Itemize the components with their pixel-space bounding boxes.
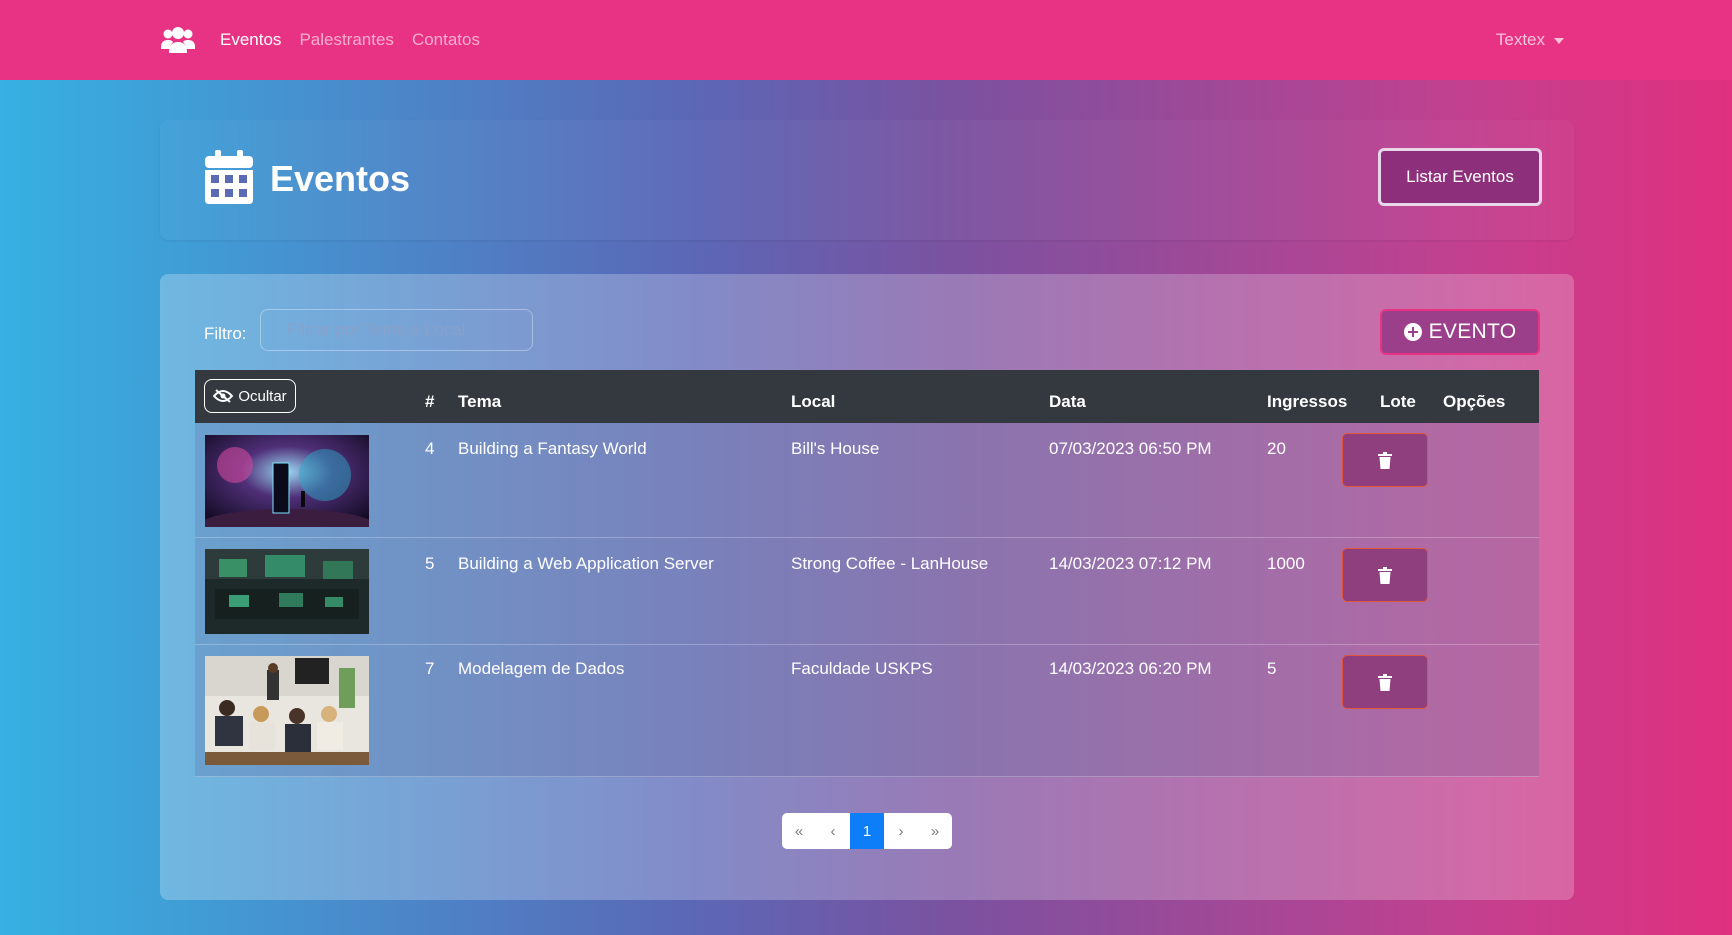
events-card: Filtro: EVENTO Ocultar # Tema Local Data… bbox=[160, 274, 1574, 900]
trash-icon bbox=[1378, 451, 1392, 469]
row-ingressos: 5 bbox=[1267, 659, 1277, 678]
row-id: 7 bbox=[425, 659, 435, 678]
users-icon[interactable] bbox=[160, 25, 196, 55]
row-local: Faculdade USKPS bbox=[791, 659, 933, 678]
row-tema: Modelagem de Dados bbox=[458, 659, 625, 678]
trash-icon bbox=[1378, 566, 1392, 584]
row-ingressos: 20 bbox=[1267, 439, 1286, 458]
pagination-next[interactable]: › bbox=[884, 813, 918, 849]
page-header: Eventos Listar Eventos bbox=[160, 120, 1574, 240]
event-thumbnail bbox=[205, 656, 369, 765]
calendar-icon bbox=[205, 150, 253, 204]
row-local: Bill's House bbox=[791, 439, 880, 458]
row-data: 14/03/2023 07:12 PM bbox=[1049, 554, 1212, 573]
nav-link-eventos[interactable]: Eventos bbox=[220, 30, 281, 50]
pagination-current-page[interactable]: 1 bbox=[850, 813, 884, 849]
row-data: 14/03/2023 06:20 PM bbox=[1049, 659, 1212, 678]
row-tema: Building a Fantasy World bbox=[458, 439, 647, 458]
page-title: Eventos bbox=[270, 158, 411, 199]
table-row[interactable]: 5 Building a Web Application Server Stro… bbox=[195, 538, 1539, 645]
hide-images-button[interactable]: Ocultar bbox=[204, 379, 296, 413]
table-row[interactable]: 4 Building a Fantasy World Bill's House … bbox=[195, 423, 1539, 538]
hide-button-label: Ocultar bbox=[238, 387, 287, 405]
row-data: 07/03/2023 06:50 PM bbox=[1049, 439, 1212, 458]
nav-link-palestrantes[interactable]: Palestrantes bbox=[299, 30, 394, 50]
row-tema: Building a Web Application Server bbox=[458, 554, 714, 573]
delete-event-button[interactable] bbox=[1342, 655, 1428, 709]
add-event-label: EVENTO bbox=[1428, 320, 1517, 343]
nav-link-contatos[interactable]: Contatos bbox=[412, 30, 480, 50]
column-header-lote: Lote bbox=[1380, 392, 1416, 411]
row-local: Strong Coffee - LanHouse bbox=[791, 554, 989, 573]
column-header-ingressos: Ingressos bbox=[1267, 392, 1348, 411]
table-row[interactable]: 7 Modelagem de Dados Faculdade USKPS 14/… bbox=[195, 645, 1539, 777]
event-thumbnail bbox=[205, 549, 369, 634]
events-table: Ocultar # Tema Local Data Ingressos Lote… bbox=[195, 370, 1539, 777]
user-dropdown[interactable]: Textex bbox=[1496, 0, 1564, 80]
column-header-tema: Tema bbox=[458, 392, 502, 411]
row-id: 5 bbox=[425, 554, 435, 573]
caret-down-icon bbox=[1554, 38, 1564, 44]
plus-circle-icon bbox=[1403, 323, 1422, 341]
add-event-button[interactable]: EVENTO bbox=[1380, 309, 1540, 355]
list-events-button[interactable]: Listar Eventos bbox=[1378, 148, 1542, 206]
trash-icon bbox=[1378, 673, 1392, 691]
filter-input[interactable] bbox=[260, 309, 533, 351]
top-navbar: Eventos Palestrantes Contatos Textex bbox=[0, 0, 1732, 80]
row-id: 4 bbox=[425, 439, 435, 458]
column-header-id: # bbox=[425, 392, 435, 411]
column-header-local: Local bbox=[791, 392, 836, 411]
pagination-first[interactable]: « bbox=[782, 813, 816, 849]
event-thumbnail bbox=[205, 435, 369, 527]
delete-event-button[interactable] bbox=[1342, 548, 1428, 602]
filter-label: Filtro: bbox=[204, 324, 247, 343]
pagination-last[interactable]: » bbox=[918, 813, 952, 849]
pagination-prev[interactable]: ‹ bbox=[816, 813, 850, 849]
column-header-data: Data bbox=[1049, 392, 1086, 411]
eye-slash-icon bbox=[213, 389, 234, 403]
user-name: Textex bbox=[1495, 30, 1545, 49]
delete-event-button[interactable] bbox=[1342, 433, 1428, 487]
row-ingressos: 1000 bbox=[1267, 554, 1305, 573]
pagination: « ‹ 1 › » bbox=[782, 813, 952, 849]
column-header-opcoes: Opções bbox=[1443, 392, 1506, 411]
table-header: Ocultar # Tema Local Data Ingressos Lote… bbox=[195, 370, 1539, 423]
